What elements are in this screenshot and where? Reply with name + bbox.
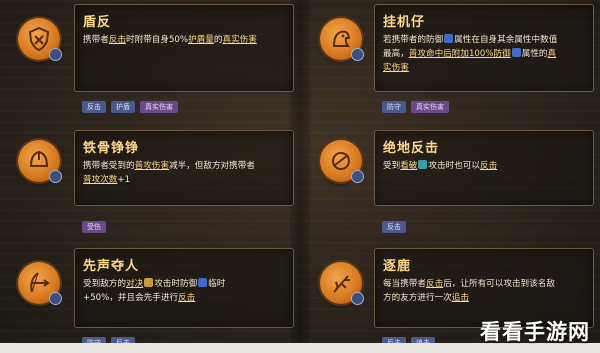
rank-badge xyxy=(351,48,364,61)
tag-chip: 受伤 xyxy=(82,221,106,233)
skill-medal-beast-icon xyxy=(320,18,364,61)
skill-title: 先声夺人 xyxy=(83,259,140,274)
rank-badge xyxy=(49,292,62,305)
rank-badge xyxy=(49,48,62,61)
keyword-link[interactable]: 反击 xyxy=(109,35,126,45)
desc-text: 最高， xyxy=(383,49,409,59)
skill-medal-shield-icon xyxy=(18,18,62,61)
skill-card-2[interactable]: 铁骨铮铮 携带者受到的普攻伤害减半，但敌方对携带者普攻次数+1 xyxy=(74,130,294,206)
desc-text: 后，让所有可以攻击到该名敌 xyxy=(443,279,555,289)
desc-text: 携带者受到的 xyxy=(83,161,135,171)
keyword-link[interactable]: 实伤害 xyxy=(383,63,409,73)
keyword-link[interactable]: 普攻次数 xyxy=(83,175,117,185)
tag-chip: 反击 xyxy=(82,101,106,113)
desc-text: 临时 xyxy=(208,279,226,289)
keyword-link[interactable]: 普攻命中后附加100%防御 xyxy=(409,49,511,59)
keyword-link[interactable]: 反击 xyxy=(426,279,443,289)
desc-text: 时附带自身50% xyxy=(126,35,189,45)
skill-description: 若携带者的防御 属性在自身其余属性中数值最高，普攻命中后附加100%防御 属性的真实… xyxy=(383,33,585,75)
skill-title: 铁骨铮铮 xyxy=(83,141,140,156)
desc-text: 受到敌方的 xyxy=(83,279,126,289)
skill-title: 挂机仔 xyxy=(383,15,426,30)
skill-card-1[interactable]: 盾反 携带者反击时附带自身50%护盾量的真实伤害 xyxy=(74,4,294,92)
keyword-link[interactable]: 普攻伤害 xyxy=(135,161,169,171)
eye-icon xyxy=(418,160,428,169)
skill-medal-bow-icon xyxy=(18,262,62,305)
skill-tags: 反击 护盾 真实伤害 xyxy=(82,101,178,113)
skill-description: 携带者反击时附带自身50%护盾量的真实伤害 xyxy=(83,33,285,47)
tag-chip: 真实伤害 xyxy=(411,101,449,113)
keyword-link[interactable]: 反击 xyxy=(178,293,195,303)
skill-description: 受到看破 攻击时也可以反击 xyxy=(383,159,585,173)
skill-medal-swirl-icon xyxy=(320,140,364,183)
shield-icon xyxy=(444,34,454,43)
desc-text: 携带者 xyxy=(83,35,109,45)
desc-text: 方的友方进行一次 xyxy=(383,293,452,303)
desc-text: 攻击时防御 xyxy=(154,279,198,289)
tag-chip: 防守 xyxy=(382,101,406,113)
desc-text: 属性的 xyxy=(521,49,548,59)
skill-title: 绝地反击 xyxy=(383,141,440,156)
keyword-link[interactable]: 真 xyxy=(548,49,557,59)
skill-card-5[interactable]: 绝地反击 受到看破 攻击时也可以反击 xyxy=(374,130,594,206)
skill-tags: 防守 真实伤害 xyxy=(382,101,449,113)
shield-icon xyxy=(511,48,521,57)
desc-text: 若携带者的防御 xyxy=(383,35,444,45)
shield-icon xyxy=(198,278,208,287)
watermark: 看看手游网 xyxy=(480,320,590,344)
skill-description: 受到敌方的对决 攻击时防御 临时 +50%，并且会先手进行反击 xyxy=(83,277,285,305)
desc-text: +1 xyxy=(117,175,131,185)
keyword-link[interactable]: 对决 xyxy=(126,279,143,289)
rank-badge xyxy=(49,170,62,183)
skill-description: 每当携带者反击后，让所有可以攻击到该名敌方的友方进行一次追击 xyxy=(383,277,585,305)
rank-badge xyxy=(351,170,364,183)
skill-card-3[interactable]: 先声夺人 受到敌方的对决 攻击时防御 临时 +50%，并且会先手进行反击 xyxy=(74,248,294,328)
desc-text: 攻击时也可以 xyxy=(428,161,480,171)
skill-tags: 反击 xyxy=(382,221,406,233)
desc-text: +50%，并且会先手进行 xyxy=(83,293,179,303)
skill-title: 逐鹿 xyxy=(383,259,412,274)
skill-medal-deer-icon xyxy=(320,262,364,305)
desc-text: 减半，但敌方对携带者 xyxy=(168,161,255,171)
desc-text: 受到 xyxy=(383,161,401,171)
tag-chip: 反击 xyxy=(382,221,406,233)
desc-text: 属性在自身其余属性中数值 xyxy=(454,35,558,45)
tag-chip: 真实伤害 xyxy=(140,101,178,113)
sword-icon xyxy=(144,278,154,287)
skill-card-4[interactable]: 挂机仔 若携带者的防御 属性在自身其余属性中数值最高，普攻命中后附加100%防御属… xyxy=(374,4,594,92)
keyword-link[interactable]: 护盾量 xyxy=(188,35,214,45)
keyword-link[interactable]: 追击 xyxy=(452,293,469,303)
skill-tags: 受伤 xyxy=(82,221,106,233)
skill-description: 携带者受到的普攻伤害减半，但敌方对携带者普攻次数+1 xyxy=(83,159,285,187)
skill-medal-helmet-icon xyxy=(18,140,62,183)
keyword-link[interactable]: 看破 xyxy=(400,161,417,171)
rank-badge xyxy=(351,292,364,305)
skill-title: 盾反 xyxy=(83,15,112,30)
keyword-link[interactable]: 真实伤害 xyxy=(222,35,256,45)
tag-chip: 护盾 xyxy=(111,101,135,113)
desc-text: 每当携带者 xyxy=(383,279,426,289)
keyword-link[interactable]: 反击 xyxy=(480,161,497,171)
